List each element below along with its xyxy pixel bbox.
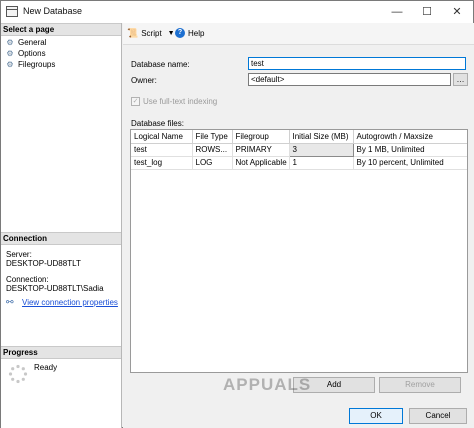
file-type-cell[interactable]: LOG <box>192 156 233 170</box>
progress-status: Ready <box>34 363 58 372</box>
wrench-icon: ⚙ <box>6 49 14 58</box>
autogrowth-cell[interactable]: By 1 MB, Unlimited <box>353 143 467 157</box>
fulltext-label: Use full-text indexing <box>143 97 218 106</box>
sidebar-item-general[interactable]: ⚙ General <box>5 37 46 48</box>
toolbar: 📜 Script ▼ ? Help <box>123 23 474 45</box>
remove-button[interactable]: Remove <box>379 377 461 393</box>
table-header-row: Logical Name File Type Filegroup Initial… <box>131 130 467 144</box>
autogrowth-cell[interactable]: By 10 percent, Unlimited <box>353 156 467 170</box>
logical-name-cell[interactable]: test_log <box>131 156 193 170</box>
help-label: Help <box>188 28 205 38</box>
new-database-dialog: New Database — ☐ ✕ Select a page ⚙ Gener… <box>0 0 474 428</box>
database-files-label: Database files: <box>131 119 184 128</box>
progress-header: Progress <box>1 346 121 359</box>
owner-input[interactable]: <default> <box>248 73 451 86</box>
column-header[interactable]: File Type <box>192 130 233 144</box>
title-bar: New Database — ☐ ✕ <box>1 1 473 23</box>
help-button[interactable]: ? Help <box>175 28 204 38</box>
file-type-cell[interactable]: ROWS... <box>192 143 233 157</box>
ok-button[interactable]: OK <box>349 408 403 424</box>
close-button[interactable]: ✕ <box>442 1 472 23</box>
sidebar-item-options[interactable]: ⚙ Options <box>5 48 46 59</box>
chevron-down-icon: ▼ <box>167 30 175 37</box>
script-icon: 📜 <box>127 28 139 38</box>
sidebar-item-filegroups[interactable]: ⚙ Filegroups <box>5 59 55 70</box>
filegroup-cell[interactable]: Not Applicable <box>232 156 290 170</box>
filegroup-cell[interactable]: PRIMARY <box>232 143 290 157</box>
view-connection-properties-link[interactable]: View connection properties <box>22 298 118 307</box>
sidebar-item-label: Filegroups <box>18 60 56 69</box>
fulltext-checkbox[interactable]: ✓ <box>131 97 140 106</box>
column-header[interactable]: Logical Name <box>131 130 193 144</box>
window-app-icon <box>6 6 18 17</box>
connection-header: Connection <box>1 232 121 245</box>
owner-label: Owner: <box>131 76 157 85</box>
sidebar-item-label: General <box>18 38 47 47</box>
wrench-icon: ⚙ <box>6 38 14 47</box>
window-title: New Database <box>23 6 83 16</box>
help-icon: ? <box>175 28 185 38</box>
script-label: Script <box>141 29 162 38</box>
column-header[interactable]: Filegroup <box>232 130 290 144</box>
initial-size-cell[interactable]: 1 <box>289 156 354 170</box>
sidebar-item-label: Options <box>18 49 46 58</box>
server-label: Server: <box>6 250 32 259</box>
connection-label: Connection: <box>6 275 49 284</box>
table-row[interactable]: test_log LOG Not Applicable 1 By 10 perc… <box>131 156 467 170</box>
connection-value: DESKTOP-UD88TLT\Sadia <box>6 284 104 293</box>
table-row[interactable]: test ROWS... PRIMARY 3 By 1 MB, Unlimite… <box>131 142 467 157</box>
maximize-button[interactable]: ☐ <box>412 1 442 23</box>
database-name-label: Database name: <box>131 60 190 69</box>
select-page-header: Select a page <box>1 23 121 36</box>
cancel-button[interactable]: Cancel <box>409 408 467 424</box>
minimize-button[interactable]: — <box>382 1 412 23</box>
database-name-input[interactable]: test <box>248 57 466 70</box>
column-header[interactable]: Autogrowth / Maxsize <box>353 130 467 144</box>
progress-spinner-icon <box>8 364 28 384</box>
watermark-logo: APPUALS <box>223 375 312 394</box>
server-value: DESKTOP-UD88TLT <box>6 259 81 268</box>
connection-properties-icon: ⚯ <box>6 297 14 307</box>
wrench-icon: ⚙ <box>6 60 14 69</box>
logical-name-cell[interactable]: test <box>131 143 193 157</box>
sidebar: Select a page ⚙ General ⚙ Options ⚙ File… <box>1 23 122 428</box>
script-button[interactable]: 📜 Script ▼ <box>127 28 175 39</box>
database-files-grid[interactable]: Logical Name File Type Filegroup Initial… <box>130 129 468 373</box>
owner-browse-button[interactable]: … <box>453 73 468 86</box>
column-header[interactable]: Initial Size (MB) <box>289 130 354 144</box>
initial-size-cell[interactable]: 3 <box>288 142 354 157</box>
main-panel: 📜 Script ▼ ? Help Database name: test Ow… <box>123 23 474 428</box>
